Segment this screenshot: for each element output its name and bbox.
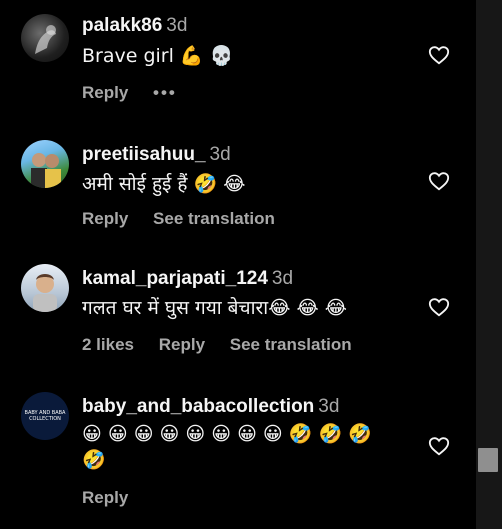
avatar[interactable]: BABY AND BABA COLLECTION bbox=[21, 392, 69, 440]
comment-header: baby_and_babacollection 3d bbox=[82, 396, 339, 418]
heart-outline-icon[interactable] bbox=[428, 435, 450, 457]
reply-button[interactable]: Reply bbox=[82, 83, 128, 102]
username[interactable]: kamal_parjapati_124 bbox=[82, 268, 268, 289]
timestamp: 3d bbox=[318, 396, 340, 417]
comment-item: BABY AND BABA COLLECTION baby_and_babaco… bbox=[0, 380, 476, 529]
comment-item: kamal_parjapati_124 3d गलत घर में घुस गया… bbox=[0, 250, 476, 380]
username[interactable]: palakk86 bbox=[82, 15, 162, 36]
more-options-button[interactable]: ••• bbox=[153, 83, 177, 102]
timestamp: 3d bbox=[271, 268, 294, 289]
reply-button[interactable]: Reply bbox=[159, 335, 205, 354]
heart-outline-icon[interactable] bbox=[428, 44, 450, 66]
comment-header: palakk86 3d bbox=[82, 15, 187, 37]
avatar[interactable] bbox=[21, 140, 69, 188]
comment-item: palakk86 3d Brave girl 💪 💀 Reply ••• bbox=[0, 0, 476, 120]
comment-actions: Reply bbox=[82, 488, 148, 508]
avatar-image bbox=[31, 153, 61, 188]
comment-text: गलत घर में घुस गया बेचारा😂 😂 😂 bbox=[82, 297, 347, 319]
comment-text-line-2: 🤣 bbox=[82, 449, 106, 471]
comment-text: Brave girl 💪 💀 bbox=[82, 45, 234, 67]
comment-text: 😀 😀 😀 😀 😀 😀 😀 😀 🤣 🤣 🤣 bbox=[82, 423, 372, 445]
comment-text: अमी सोई हुई हैं 🤣 😂 bbox=[82, 173, 246, 195]
comment-header: kamal_parjapati_124 3d bbox=[82, 268, 293, 290]
avatar-logo: BABY AND BABA COLLECTION bbox=[24, 410, 66, 422]
reply-button[interactable]: Reply bbox=[82, 209, 128, 228]
likes-count[interactable]: 2 likes bbox=[82, 335, 134, 354]
see-translation-button[interactable]: See translation bbox=[230, 335, 352, 354]
comment-actions: Reply See translation bbox=[82, 209, 295, 229]
timestamp: 3d bbox=[166, 15, 188, 36]
comment-actions: Reply ••• bbox=[82, 83, 197, 103]
username[interactable]: preetiisahuu_ bbox=[82, 144, 206, 165]
timestamp: 3d bbox=[209, 144, 231, 165]
comment-actions: 2 likes Reply See translation bbox=[82, 335, 372, 355]
avatar-image bbox=[35, 25, 56, 54]
heart-outline-icon[interactable] bbox=[428, 170, 450, 192]
see-translation-button[interactable]: See translation bbox=[153, 209, 275, 228]
comment-header: preetiisahuu_ 3d bbox=[82, 144, 231, 166]
heart-outline-icon[interactable] bbox=[428, 296, 450, 318]
scrollbar[interactable] bbox=[476, 0, 502, 529]
username[interactable]: baby_and_babacollection bbox=[82, 396, 314, 417]
avatar[interactable] bbox=[21, 14, 69, 62]
avatar[interactable] bbox=[21, 264, 69, 312]
comment-item: preetiisahuu_ 3d अमी सोई हुई हैं 🤣 😂 Repl… bbox=[0, 120, 476, 250]
avatar-image bbox=[33, 274, 57, 312]
scrollbar-thumb[interactable] bbox=[478, 448, 498, 472]
reply-button[interactable]: Reply bbox=[82, 488, 128, 507]
